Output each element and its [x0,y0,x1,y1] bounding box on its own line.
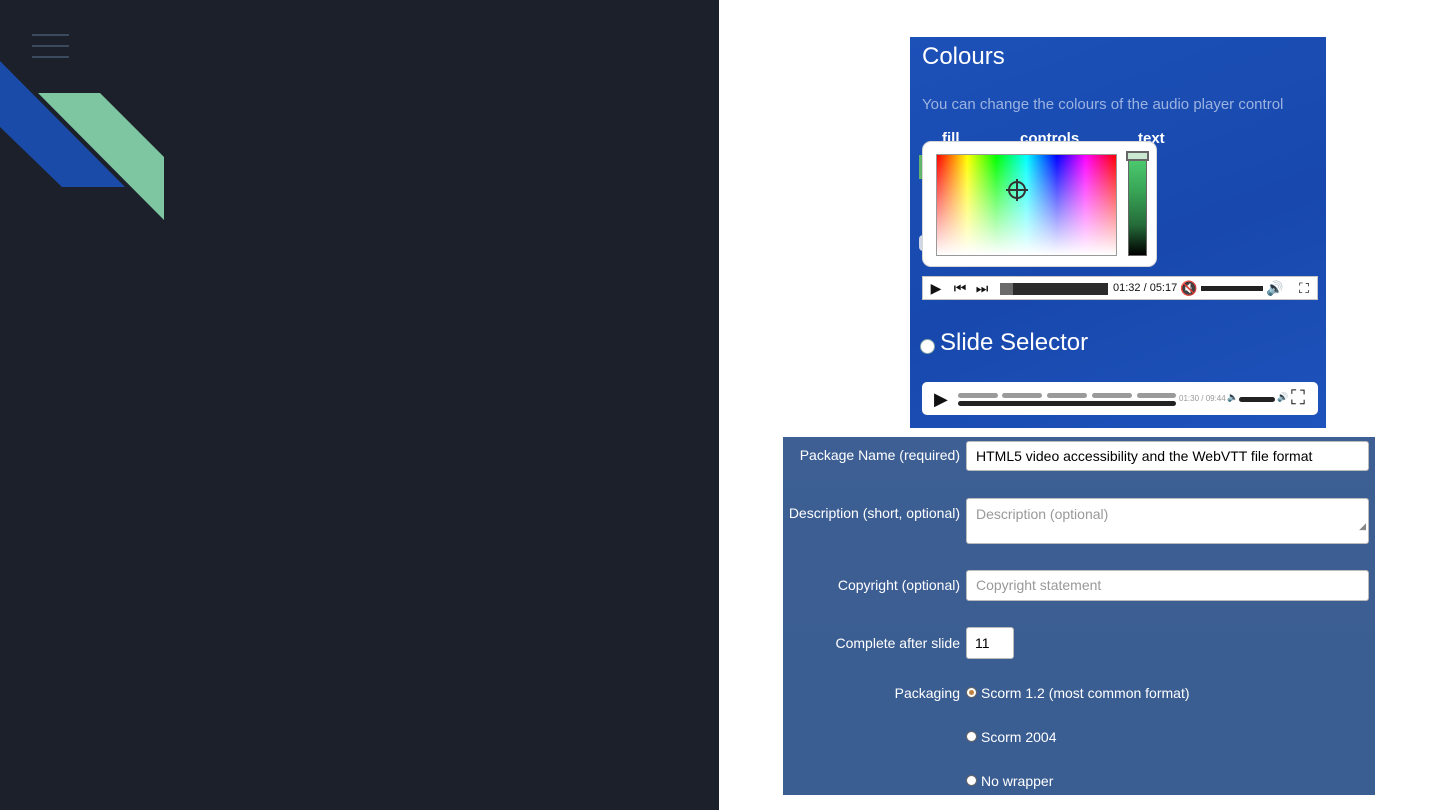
slide-segment[interactable] [1137,393,1176,398]
audio-progress-bar[interactable] [1000,283,1108,295]
colours-screenshot: Colours You can change the colours of th… [910,37,1326,428]
slide-selector-radio[interactable] [920,339,935,354]
color-spectrum[interactable] [936,154,1117,256]
play-icon[interactable]: ▶ [934,389,948,410]
audio-player: ▶ ⏮ ⏭ 01:32 / 05:17 🔇 🔊 ⛶ [922,276,1318,300]
volume-icon[interactable]: 🔊 [1277,392,1288,403]
left-panel [0,0,719,810]
shade-slider[interactable] [1128,154,1147,256]
play-icon[interactable]: ▶ [927,277,945,299]
package-name-input[interactable]: HTML5 video accessibility and the WebVTT… [966,441,1369,471]
description-placeholder: Description (optional) [976,506,1109,522]
slide-selector-title: Slide Selector [940,329,1089,356]
slide-segment[interactable] [1047,393,1087,398]
scorm2004-label[interactable]: Scorm 2004 [981,729,1056,745]
no-wrapper-label[interactable]: No wrapper [981,773,1053,789]
no-wrapper-radio[interactable] [966,775,977,786]
description-textarea[interactable]: Description (optional) ◢ [966,498,1369,544]
resize-handle-icon[interactable]: ◢ [1359,511,1366,541]
scorm12-label[interactable]: Scorm 1.2 (most common format) [981,685,1190,701]
slide-player: ▶ 01:30 / 09:44 🔈 🔊 ⛶ [922,382,1318,415]
logo [0,61,164,220]
packaging-label: Packaging [894,685,960,701]
slide-segment[interactable] [1092,393,1132,398]
audio-progress-played [1000,283,1013,295]
colours-title: Colours [922,43,1005,70]
mute-icon[interactable]: 🔈 [1227,392,1238,403]
description-label: Description (short, optional) [788,505,960,521]
package-name-label: Package Name (required) [799,447,960,463]
slide-progress-bar[interactable] [958,401,1176,406]
previous-icon[interactable]: ⏮ [951,277,969,299]
color-picker [922,141,1157,267]
slide-volume-slider[interactable] [1239,397,1275,402]
colours-description: You can change the colours of the audio … [922,96,1284,113]
copyright-label: Copyright (optional) [837,577,960,593]
copyright-input[interactable]: Copyright statement [966,570,1369,601]
audio-time: 01:32 / 05:17 [1113,282,1178,294]
mute-icon[interactable]: 🔇 [1180,277,1198,299]
next-icon[interactable]: ⏭ [973,277,991,299]
crosshair-cursor-icon[interactable] [1006,179,1028,201]
fullscreen-icon[interactable]: ⛶ [1291,387,1305,410]
volume-icon[interactable]: 🔊 [1265,277,1285,299]
audio-volume-slider[interactable] [1201,286,1263,291]
slide-segment[interactable] [958,393,998,398]
scorm2004-radio[interactable] [966,731,977,742]
complete-after-label: Complete after slide [835,635,960,651]
complete-after-slide-input[interactable]: 11 [966,627,1014,659]
fullscreen-icon[interactable]: ⛶ [1294,277,1314,299]
scorm12-radio[interactable] [966,687,977,698]
shade-slider-handle[interactable] [1126,151,1149,161]
package-form: Package Name (required) HTML5 video acce… [783,437,1375,795]
slide-time: 01:30 / 09:44 [1179,394,1226,403]
slide-segment[interactable] [1002,393,1042,398]
